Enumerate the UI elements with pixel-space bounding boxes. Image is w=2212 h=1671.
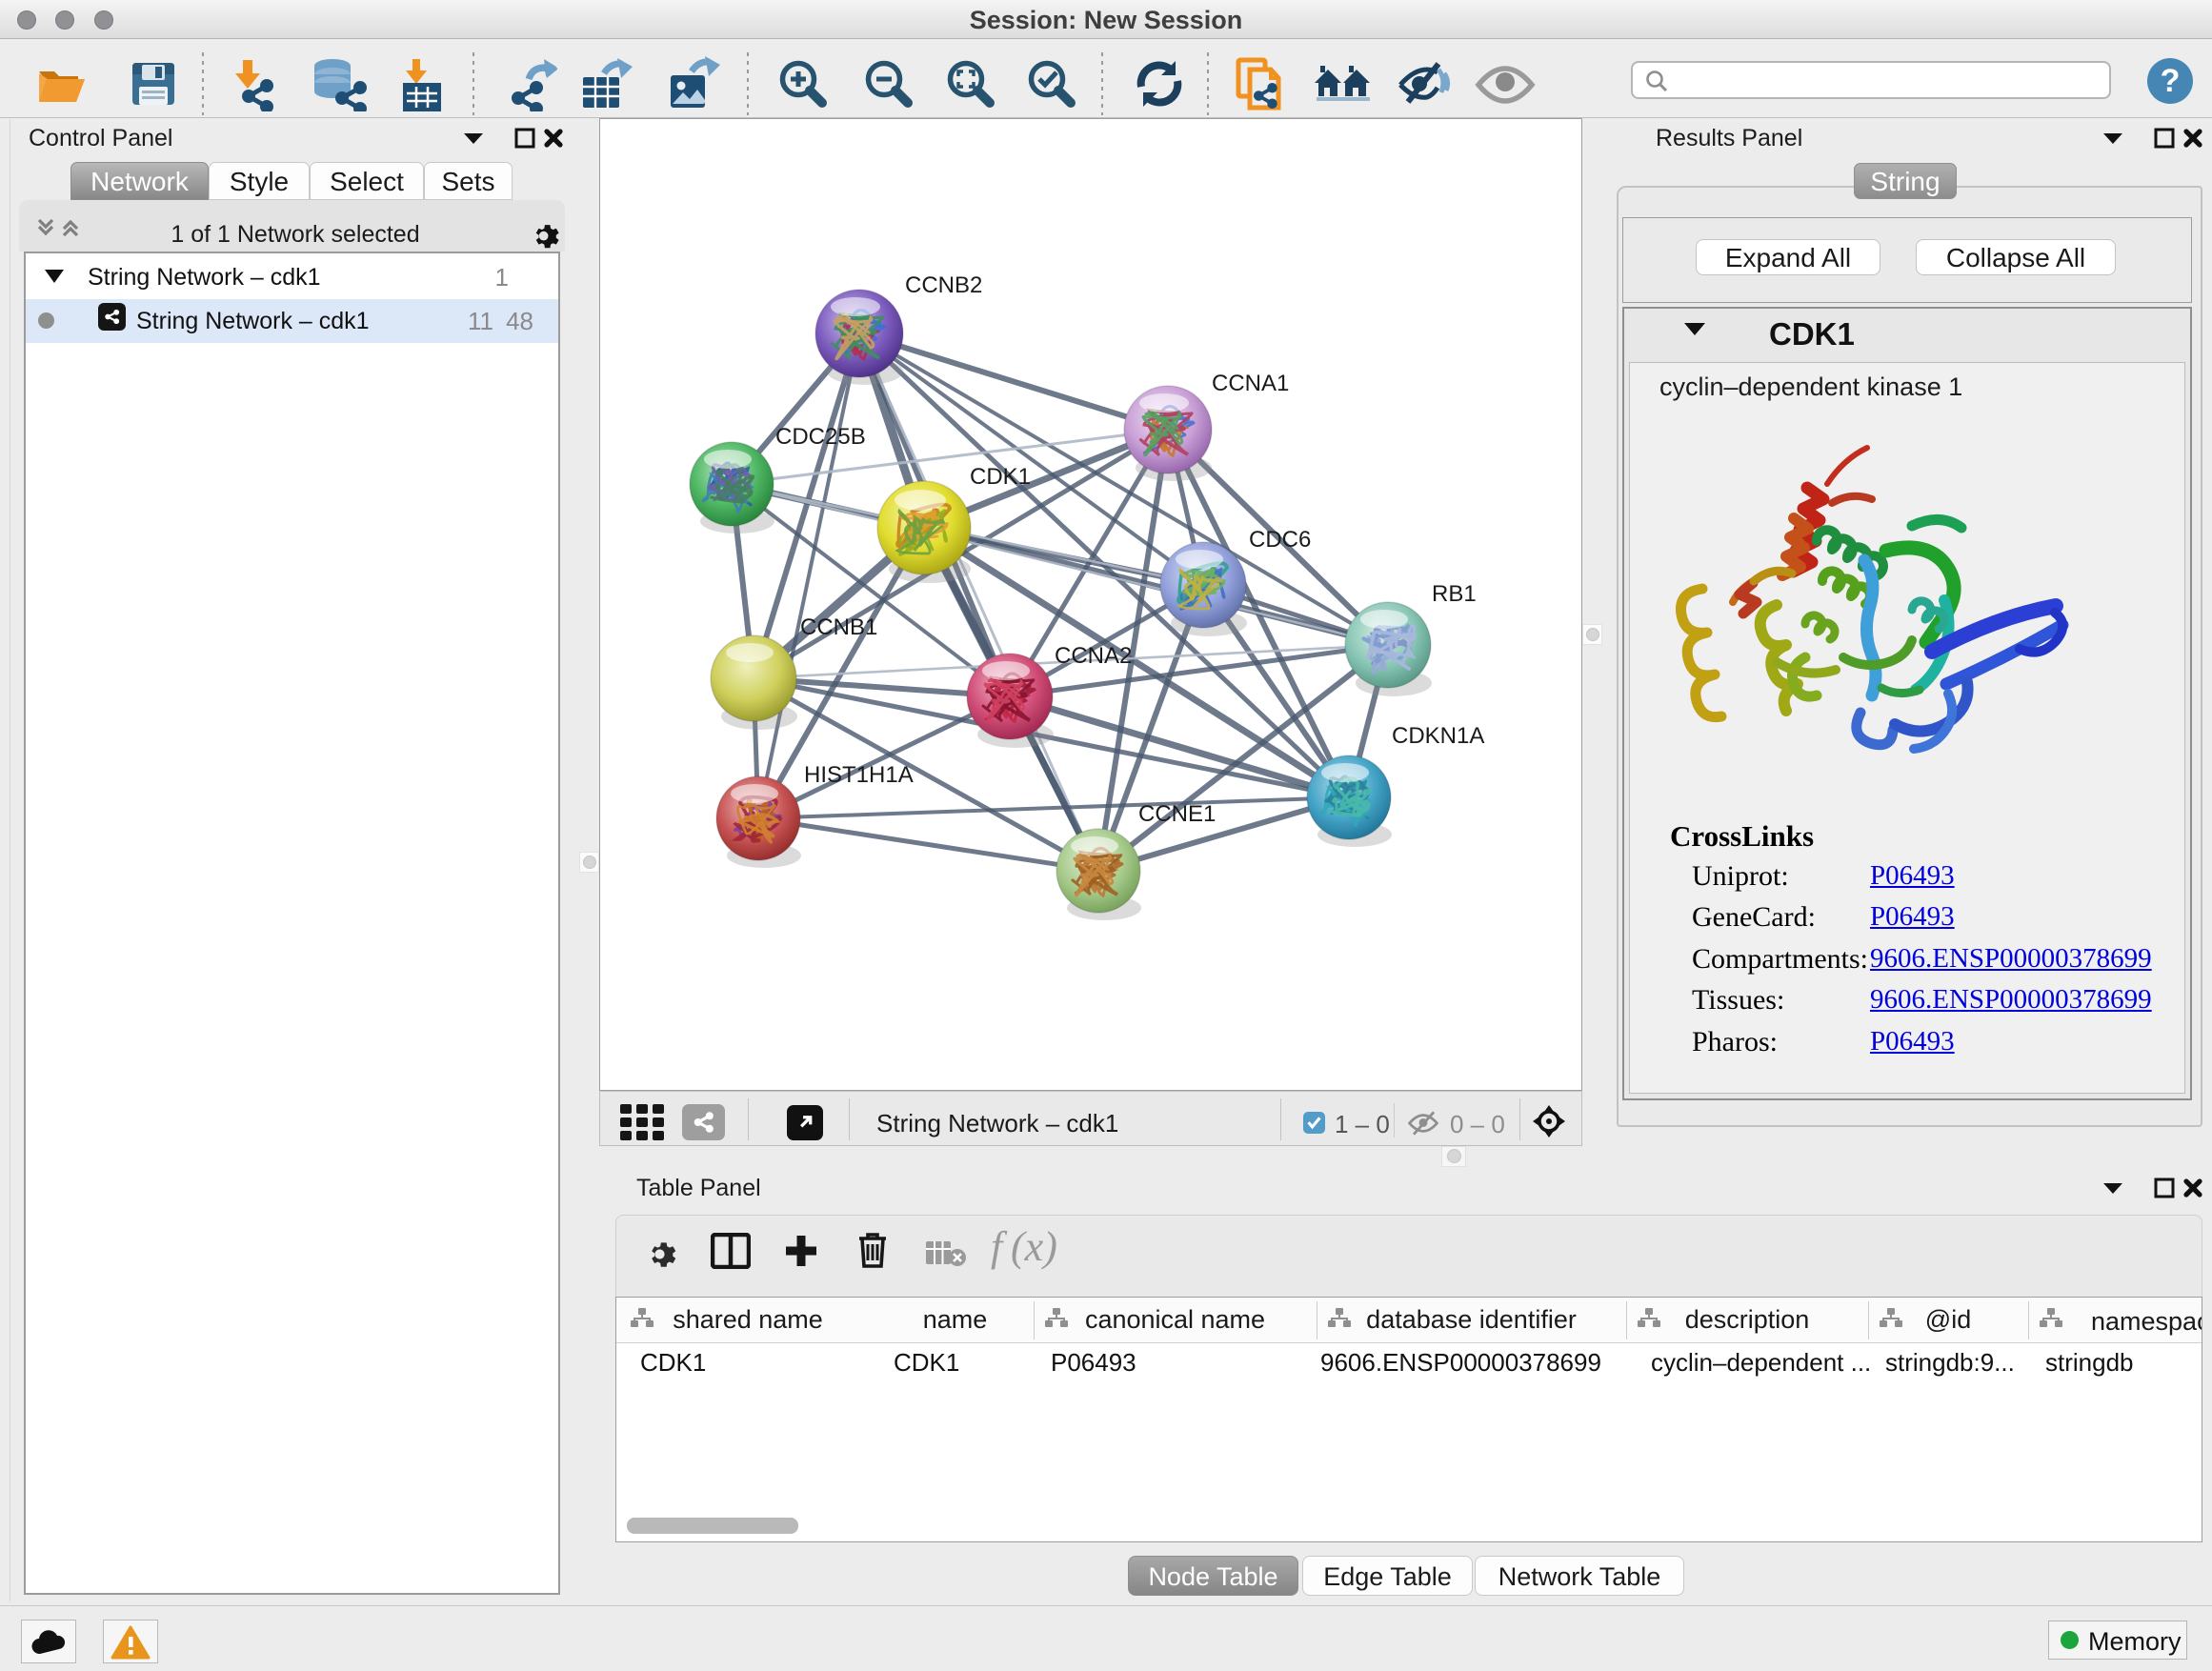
svg-text:CDC6: CDC6 — [1249, 527, 1311, 553]
svg-text:CCNA2: CCNA2 — [1055, 643, 1132, 669]
svg-text:RB1: RB1 — [1432, 581, 1477, 607]
svg-text:CCNB1: CCNB1 — [800, 614, 877, 640]
svg-text:CCNB2: CCNB2 — [905, 272, 982, 298]
svg-text:CCNA1: CCNA1 — [1212, 371, 1289, 396]
svg-text:HIST1H1A: HIST1H1A — [804, 762, 914, 788]
svg-text:CDK1: CDK1 — [970, 464, 1031, 490]
svg-text:CDKN1A: CDKN1A — [1392, 723, 1484, 749]
svg-text:CCNE1: CCNE1 — [1138, 801, 1216, 827]
svg-text:CDC25B: CDC25B — [775, 424, 866, 450]
